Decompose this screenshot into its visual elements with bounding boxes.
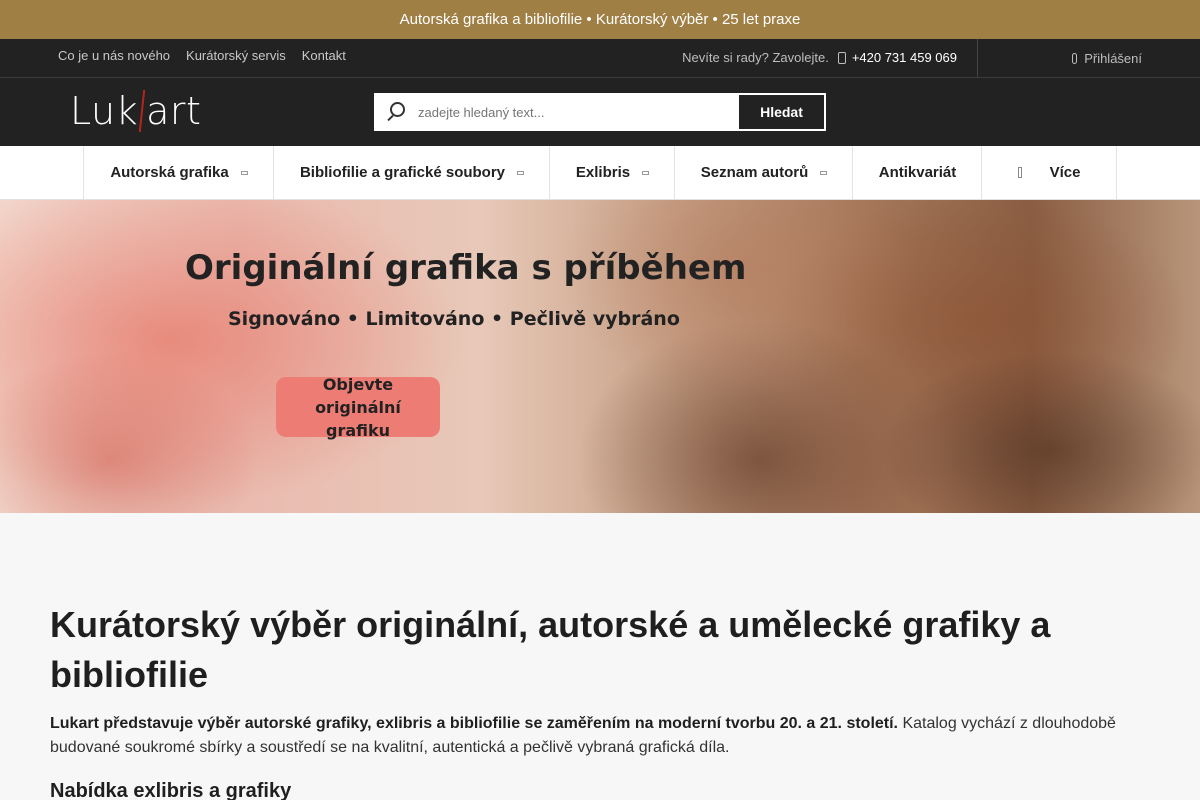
announcement-bar: Autorská grafika a bibliofilie • Kurátor… xyxy=(0,0,1200,39)
hero-texture xyxy=(0,350,260,513)
top-bar: Co je u nás nového Kurátorský servis Kon… xyxy=(0,39,1200,78)
announcement-text: Autorská grafika a bibliofilie • Kurátor… xyxy=(399,11,801,28)
header: Luk art Hledat xyxy=(0,78,1200,146)
nav-item-label: Bibliofilie a grafické soubory xyxy=(299,164,506,181)
main-navigation: Autorská grafika Bibliofilie a grafické … xyxy=(0,146,1200,200)
hero-title: Originální grafika s příběhem xyxy=(185,248,747,288)
top-link-contact[interactable]: Kontakt xyxy=(302,48,346,63)
page-title: Kurátorský výběr originální, autorské a … xyxy=(50,604,1051,695)
nav-item-label: Autorská grafika xyxy=(110,164,229,181)
search-icon xyxy=(376,95,418,129)
nav-item-antiquarian[interactable]: Antikvariát xyxy=(852,146,982,199)
phone-icon xyxy=(837,51,846,64)
hero-texture xyxy=(560,200,920,400)
nav-item-exlibris[interactable]: Exlibris xyxy=(549,146,675,199)
user-icon xyxy=(1072,53,1078,64)
logo-accent-mark xyxy=(138,90,146,132)
topbar-divider xyxy=(977,39,978,78)
nav-item-more[interactable]: Více xyxy=(981,146,1117,199)
contact-prompt: Nevíte si rady? Zavolejte. xyxy=(682,50,829,65)
intro-bold: Lukart představuje výběr autorské grafik… xyxy=(50,715,898,732)
hero-subtitle: Signováno • Limitováno • Pečlivě vybráno xyxy=(228,308,680,330)
chevron-down-icon xyxy=(517,170,525,175)
logo-text-right: art xyxy=(146,89,202,133)
more-icon xyxy=(1017,167,1022,178)
login-label: Přihlášení xyxy=(1084,51,1142,66)
chevron-down-icon xyxy=(642,170,650,175)
intro-paragraph: Lukart představuje výběr autorské grafik… xyxy=(50,712,1150,760)
logo[interactable]: Luk art xyxy=(70,89,201,133)
search-button[interactable]: Hledat xyxy=(739,95,824,129)
nav-item-authors[interactable]: Seznam autorů xyxy=(674,146,853,199)
contact-info: Nevíte si rady? Zavolejte. +420 731 459 … xyxy=(682,50,957,65)
chevron-down-icon xyxy=(240,170,248,175)
logo-text-left: Luk xyxy=(70,89,139,133)
top-link-news[interactable]: Co je u nás nového xyxy=(58,48,170,63)
section-heading: Nabídka exlibris a grafiky xyxy=(50,780,292,800)
chevron-down-icon xyxy=(820,170,828,175)
nav-item-label: Exlibris xyxy=(575,164,631,181)
nav-item-author-prints[interactable]: Autorská grafika xyxy=(83,146,274,199)
top-link-curator-service[interactable]: Kurátorský servis xyxy=(186,48,286,63)
hero-texture xyxy=(880,350,1200,513)
nav-item-bibliophile[interactable]: Bibliofilie a grafické soubory xyxy=(273,146,550,199)
top-links: Co je u nás nového Kurátorský servis Kon… xyxy=(58,48,346,63)
nav-item-label: Více xyxy=(1049,164,1081,181)
phone-number[interactable]: +420 731 459 069 xyxy=(852,50,957,65)
nav-item-label: Antikvariát xyxy=(878,164,957,181)
search-form: Hledat xyxy=(374,93,826,131)
main-content: Kurátorský výběr originální, autorské a … xyxy=(50,600,1150,800)
hero-banner[interactable]: Originální grafika s příběhem Signováno … xyxy=(0,200,1200,513)
nav-item-label: Seznam autorů xyxy=(700,164,809,181)
hero-cta-button[interactable]: Objevte originální grafiku xyxy=(276,375,440,440)
login-link[interactable]: Přihlášení xyxy=(1072,51,1142,66)
search-input[interactable] xyxy=(418,95,739,129)
